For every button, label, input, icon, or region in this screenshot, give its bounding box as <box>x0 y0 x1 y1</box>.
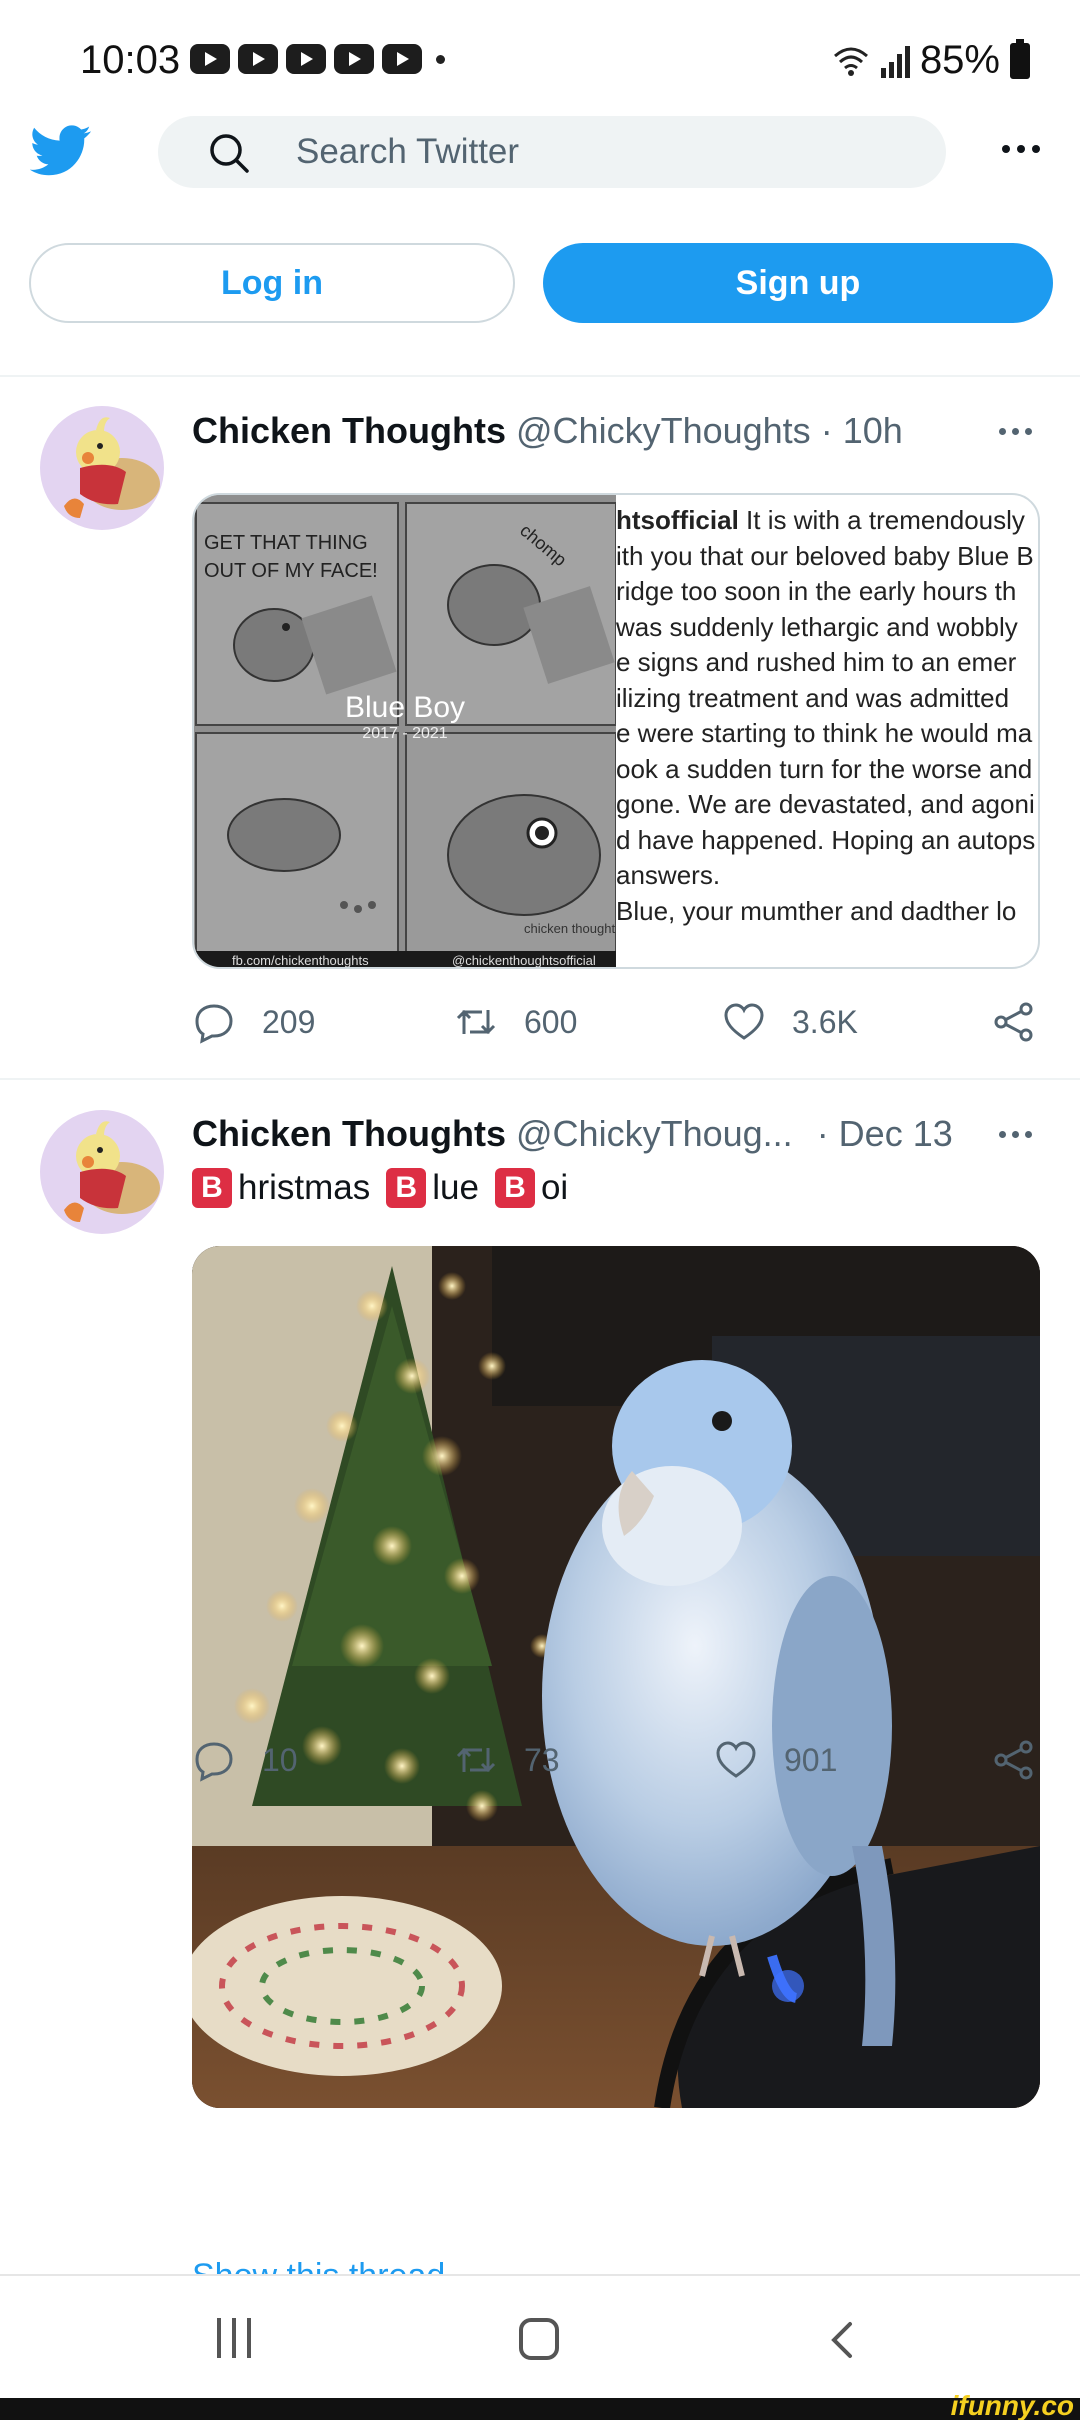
caption-line: ith you that our beloved baby Blue B <box>616 540 1034 571</box>
android-nav-bar <box>0 2274 1080 2398</box>
search-placeholder: Search Twitter <box>296 132 520 171</box>
comic-caption: htsofficial It is with a tremendously it… <box>616 503 1038 929</box>
reply-icon <box>195 1004 233 1044</box>
caption-bold-handle: htsofficial <box>616 505 739 535</box>
b-button-emoji: B <box>386 1168 427 1208</box>
home-button[interactable] <box>519 2318 559 2360</box>
recent-apps-button[interactable] <box>217 2318 251 2358</box>
retweet-icon <box>456 1009 496 1035</box>
share-icon <box>994 1002 1033 1042</box>
reply-button[interactable]: 209 <box>192 1000 315 1044</box>
watermark-bar: ifunny.co <box>0 2390 1080 2420</box>
comic-panel-text: GET THAT THING OUT OF MY FACE! <box>204 532 378 582</box>
author-handle[interactable]: @ChickyThoughts <box>516 410 811 451</box>
retweet-count: 600 <box>524 1003 578 1040</box>
divider <box>0 1078 1080 1080</box>
b-button-emoji: B <box>494 1168 535 1208</box>
youtube-notification-icon <box>334 44 374 74</box>
sign-up-button[interactable]: Sign up <box>543 243 1053 323</box>
divider <box>0 375 1080 377</box>
caption-line: d have happened. Hoping an autops <box>616 824 1036 855</box>
caption-line: Blue, your mumther and dadther lo <box>616 895 1017 926</box>
ifunny-watermark: ifunny.co <box>950 2390 1074 2420</box>
reply-button[interactable]: 10 <box>192 1738 298 1782</box>
signal-icon <box>880 44 910 78</box>
tweet-time[interactable]: · Dec 13 <box>817 1113 953 1154</box>
comic-title: Blue Boy <box>344 691 466 724</box>
reply-count: 10 <box>262 1741 298 1778</box>
youtube-notification-icon <box>286 44 326 74</box>
more-options-icon[interactable] <box>1002 145 1040 153</box>
avatar[interactable] <box>40 1110 164 1234</box>
tweet-more-icon[interactable] <box>999 1131 1032 1138</box>
author-name[interactable]: Chicken Thoughts <box>192 1113 506 1154</box>
caption-line: ook a sudden turn for the worse and <box>616 753 1033 784</box>
like-button[interactable]: 901 <box>714 1738 837 1782</box>
tweet-header: Chicken Thoughts @ChickyThoughts · 10h <box>192 410 903 452</box>
log-in-button[interactable]: Log in <box>29 243 515 323</box>
caption-line: ilizing treatment and was admitted <box>616 682 1010 713</box>
status-indicators: 85% <box>831 38 1030 83</box>
avatar[interactable] <box>40 406 164 530</box>
comic-footer-right: @chickenthoughtsofficial <box>452 953 596 968</box>
comic-image: GET THAT THING OUT OF MY FACE! chomp Blu… <box>194 495 617 968</box>
youtube-notification-icon <box>190 44 230 74</box>
comic-signature: chicken thought <box>524 921 616 936</box>
retweet-button[interactable]: 73 <box>454 1738 560 1782</box>
reply-count: 209 <box>262 1003 316 1040</box>
like-count: 3.6K <box>792 1003 858 1040</box>
notification-icons <box>190 44 422 74</box>
tweet-media[interactable]: GET THAT THING OUT OF MY FACE! chomp Blu… <box>192 493 1040 969</box>
twitter-bird-icon[interactable] <box>30 125 92 177</box>
comic-footer-left: fb.com/chickenthoughts <box>232 953 369 968</box>
more-notifications-dot-icon <box>436 55 445 64</box>
like-button[interactable]: 3.6K <box>722 1000 858 1044</box>
heart-icon <box>724 1003 764 1040</box>
retweet-icon <box>456 1747 496 1773</box>
battery-icon <box>1010 38 1030 79</box>
tweet-more-icon[interactable] <box>999 428 1032 435</box>
caption-line: e were starting to think he would ma <box>616 718 1033 748</box>
b-button-emoji: B <box>192 1168 232 1208</box>
status-time: 10:03 <box>80 38 181 82</box>
wifi-icon <box>833 47 868 76</box>
youtube-notification-icon <box>382 44 422 74</box>
share-button[interactable] <box>992 1738 1036 1782</box>
reply-icon <box>195 1742 233 1782</box>
tweet-text-part: hristmas <box>238 1168 371 1207</box>
twitter-header: Search Twitter <box>0 100 1080 210</box>
search-input[interactable]: Search Twitter <box>158 116 946 188</box>
caption-line: gone. We are devastated, and agoni <box>616 789 1035 819</box>
tweet-text: B hristmas B lue B oi <box>192 1168 568 1208</box>
share-icon <box>994 1740 1033 1780</box>
caption-line: answers. <box>616 860 721 890</box>
battery-percent: 85% <box>919 38 1000 82</box>
tweet-text-part: lue <box>432 1168 479 1207</box>
caption-line: was suddenly lethargic and wobbly <box>616 611 1018 642</box>
retweet-button[interactable]: 600 <box>454 1000 577 1044</box>
tweet-media-photo[interactable] <box>192 1246 1040 2108</box>
tweet-actions: 10 73 901 <box>192 1738 1042 1788</box>
cockatiel-avatar-illustration <box>64 417 160 518</box>
like-count: 901 <box>784 1741 838 1778</box>
tweet-actions: 209 600 3.6K <box>192 1000 1042 1050</box>
tweet-header: Chicken Thoughts @ChickyThoug... · Dec 1… <box>192 1113 953 1155</box>
status-bar: 10:03 85% <box>0 0 1080 100</box>
author-handle[interactable]: @ChickyThoug... <box>516 1113 793 1154</box>
caption-line: e signs and rushed him to an emer <box>616 647 1017 677</box>
caption-line: ridge too soon in the early hours th <box>616 576 1017 606</box>
search-icon <box>210 134 249 173</box>
caption-line: It is with a tremendously <box>746 505 1025 535</box>
retweet-count: 73 <box>524 1741 560 1778</box>
tweet-time[interactable]: · 10h <box>821 410 903 451</box>
heart-icon <box>716 1741 756 1778</box>
tweet-text-part: oi <box>540 1168 569 1207</box>
comic-years: 2017 - 2021 <box>362 725 448 742</box>
parakeet-christmas-photo <box>192 1246 1040 2108</box>
youtube-notification-icon <box>238 44 278 74</box>
author-name[interactable]: Chicken Thoughts <box>192 410 506 451</box>
back-button[interactable] <box>830 2320 854 2360</box>
share-button[interactable] <box>992 1000 1036 1044</box>
cockatiel-avatar-illustration <box>64 1121 160 1222</box>
